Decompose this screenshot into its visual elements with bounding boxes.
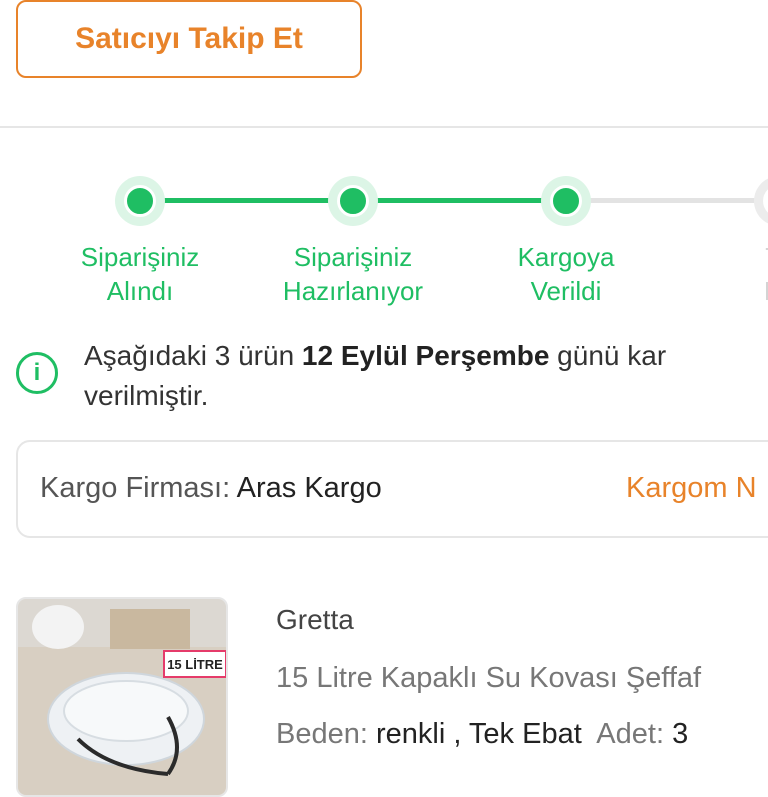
step-connector [374,198,556,203]
step-label-preparing: Siparişiniz Hazırlanıyor [282,242,424,306]
track-cargo-link[interactable]: Kargom N [626,472,757,505]
step-label-shipped: Kargoya Verildi [517,242,615,306]
step-connector [588,198,768,203]
step-dot-preparing [328,176,378,226]
cargo-company: Kargo Firması: Aras Kargo [40,472,382,504]
product-image[interactable]: 15 LİTRE [16,597,228,797]
bucket-photo: 15 LİTRE [18,599,226,795]
follow-seller-button[interactable]: Satıcıyı Takip Et [16,0,362,78]
info-icon: i [16,352,58,394]
image-badge: 15 LİTRE [167,657,223,672]
product-variant: Beden: renkli , Tek Ebat Adet: 3 [276,718,689,750]
step-label-received: Siparişiniz Alındı [80,242,200,306]
step-dot-delivered [754,176,768,226]
step-dot-shipped [541,176,591,226]
product-brand: Gretta [276,604,354,635]
divider [0,126,768,128]
step-connector [160,198,342,203]
step-label-delivered: TeEc [694,240,768,308]
product-name[interactable]: 15 Litre Kapaklı Su Kovası Şeffaf [276,662,701,695]
shipping-info-text: Aşağıdaki 3 ürün 12 Eylül Perşembe günü … [84,340,667,411]
step-dot-received [115,176,165,226]
cargo-card: Kargo Firması: Aras Kargo Kargom N [16,440,768,538]
